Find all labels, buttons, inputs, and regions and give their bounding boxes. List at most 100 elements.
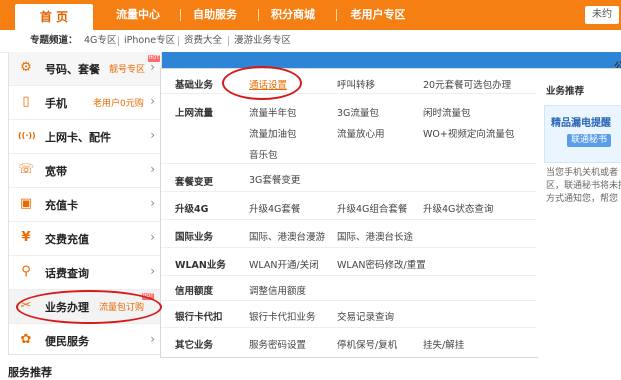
panel-category: WLAN业务 <box>175 260 226 271</box>
service-icon: ✿ <box>20 332 32 347</box>
link-adjust-credit[interactable]: 调整信用额度 <box>249 283 306 297</box>
menu-item-label: 宽带 <box>45 165 67 178</box>
panel-category: 信用额度 <box>175 286 214 297</box>
link-boost-pack[interactable]: 流量加油包 <box>249 126 297 140</box>
channel-divider <box>228 36 229 46</box>
menu-item-broadband[interactable]: ☏ 宽带 › <box>9 154 161 188</box>
channel-bar: 专题频道： 4G专区 iPhone专区 资费大全 漫游业务专区 <box>0 30 621 53</box>
promo-button[interactable]: 联通秘书 <box>567 134 612 147</box>
chevron-right-icon: › <box>150 230 155 244</box>
panel-row-other: 其它业务 服务密码设置 停机保号/复机 挂失/解挂 <box>161 328 537 356</box>
link-wlan-toggle[interactable]: WLAN开通/关闭 <box>249 257 319 271</box>
nav-tab-traffic[interactable]: 流量中心 <box>108 3 168 27</box>
link-wo-video[interactable]: WO+视频定向流量包 <box>423 126 514 140</box>
chevron-right-icon: › <box>150 332 155 346</box>
link-upgrade-4g-combo[interactable]: 升级4G组合套餐 <box>337 201 407 215</box>
link-intl-roaming[interactable]: 国际、港澳台漫游 <box>249 229 325 243</box>
yen-icon: ¥ <box>21 230 31 245</box>
menu-item-tag[interactable]: 靓号专区 <box>109 62 145 75</box>
menu-item-datacard[interactable]: ((·)) 上网卡、配件 › <box>9 120 161 154</box>
link-suspend-resume[interactable]: 停机保号/复机 <box>337 337 397 351</box>
chevron-right-icon: › <box>150 128 155 142</box>
section-title: 服务推荐 <box>8 366 52 379</box>
link-transaction-records[interactable]: 交易记录查询 <box>337 309 394 323</box>
channel-divider <box>178 36 179 46</box>
link-idle-pack[interactable]: 闲时流量包 <box>423 105 471 119</box>
panel-category: 上网流量 <box>175 108 214 119</box>
menu-item-billquery[interactable]: ⚲ 话费查询 › <box>9 256 161 290</box>
menu-item-label: 话费查询 <box>45 267 89 280</box>
channel-link-roaming[interactable]: 漫游业务专区 <box>234 30 291 52</box>
channel-link-iphone[interactable]: iPhone专区 <box>124 30 175 52</box>
menu-item-label: 手机 <box>45 97 67 110</box>
promo-title: 精品漏电提醒 <box>551 118 611 129</box>
menu-item-label: 号码、套餐 <box>45 63 100 76</box>
menu-item-label: 便民服务 <box>45 335 89 348</box>
panel-row-wlan: WLAN业务 WLAN开通/关闭 WLAN密码修改/重置 <box>161 248 537 276</box>
panel-row-plan-change: 套餐变更 3G套餐变更 <box>161 164 537 192</box>
card-icon: ▣ <box>19 196 33 211</box>
link-service-password[interactable]: 服务密码设置 <box>249 337 306 351</box>
recommend-title: 业务推荐 <box>546 86 585 97</box>
phone-icon: ▯ <box>22 94 30 109</box>
nav-tab-home[interactable]: 首 页 <box>15 4 93 30</box>
chevron-right-icon: › <box>150 196 155 210</box>
nav-divider <box>258 9 259 21</box>
panel-category: 国际业务 <box>175 232 214 243</box>
link-bank-withhold[interactable]: 银行卡代扣业务 <box>249 309 316 323</box>
link-3g-plan-change[interactable]: 3G套餐变更 <box>249 172 300 186</box>
nav-divider <box>336 9 337 21</box>
nav-tab-selfservice[interactable]: 自助服务 <box>185 3 245 27</box>
panel-row-4g: 升级4G 升级4G套餐 升级4G组合套餐 升级4G状态查询 <box>161 192 537 220</box>
link-call-forwarding[interactable]: 呼叫转移 <box>337 77 375 91</box>
login-button[interactable]: 未约 <box>585 6 619 24</box>
menu-item-number-plan[interactable]: ⚙ 号码、套餐 靓号专区 HOT › <box>9 52 161 86</box>
menu-item-convenience[interactable]: ✿ 便民服务 › <box>9 324 161 357</box>
channel-label: 专题频道： <box>30 35 78 46</box>
panel-row-credit: 信用额度 调整信用额度 <box>161 276 537 301</box>
menu-item-tag[interactable]: 老用户0元购 <box>93 96 144 109</box>
promo-desc-line: 当您手机关机或者 <box>546 168 619 178</box>
menu-item-phone[interactable]: ▯ 手机 老用户0元购 › <box>9 86 161 120</box>
promo-card[interactable]: 精品漏电提醒 联通秘书 <box>544 105 621 163</box>
signal-icon: ((·)) <box>18 131 36 140</box>
channel-link-4g[interactable]: 4G专区 <box>84 30 116 52</box>
chevron-right-icon: › <box>150 60 155 74</box>
menu-item-payment[interactable]: ¥ 交费充值 › <box>9 222 161 256</box>
handset-icon: ☏ <box>18 162 35 177</box>
panel-category: 其它业务 <box>175 340 214 351</box>
chevron-right-icon: › <box>150 162 155 176</box>
promo-desc-line: 方式通知您，帮您 <box>546 194 619 204</box>
top-nav: 首 页 流量中心 自助服务 积分商城 老用户专区 未约 <box>0 0 621 30</box>
link-music-pack[interactable]: 音乐包 <box>249 147 278 161</box>
link-3g-pack[interactable]: 3G流量包 <box>337 105 379 119</box>
nav-tab-olduser[interactable]: 老用户专区 <box>342 3 414 27</box>
link-wlan-password[interactable]: WLAN密码修改/重置 <box>337 257 426 271</box>
link-worryfree[interactable]: 流量放心用 <box>337 126 385 140</box>
panel-category: 套餐变更 <box>175 177 214 188</box>
promo-desc-line: 区，联通秘书将未接 <box>546 181 621 191</box>
panel-row-basic: 基础业务 通话设置 呼叫转移 20元套餐可选包办理 <box>161 69 537 94</box>
gear-icon: ⚙ <box>20 60 32 75</box>
chevron-right-icon: › <box>150 94 155 108</box>
nav-tab-points[interactable]: 积分商城 <box>263 3 323 27</box>
menu-item-label: 充值卡 <box>45 199 78 212</box>
menu-item-label: 交费充值 <box>45 233 89 246</box>
menu-item-rechargecard[interactable]: ▣ 充值卡 › <box>9 188 161 222</box>
link-halfyear-pack[interactable]: 流量半年包 <box>249 105 297 119</box>
link-intl-longdistance[interactable]: 国际、港澳台长途 <box>337 229 413 243</box>
panel-category: 升级4G <box>175 204 209 215</box>
search-icon: ⚲ <box>21 264 31 279</box>
link-20yuan-addon[interactable]: 20元套餐可选包办理 <box>423 77 511 91</box>
link-upgrade-4g[interactable]: 升级4G套餐 <box>249 201 300 215</box>
panel-row-bank: 银行卡代扣 银行卡代扣业务 交易记录查询 <box>161 301 537 328</box>
link-report-loss[interactable]: 挂失/解挂 <box>423 337 464 351</box>
menu-item-label: 上网卡、配件 <box>45 131 111 144</box>
panel-row-data: 上网流量 流量半年包 3G流量包 闲时流量包 流量加油包 流量放心用 WO+视频… <box>161 94 537 164</box>
annotation-circle <box>222 66 302 100</box>
chevron-right-icon: › <box>150 264 155 278</box>
link-upgrade-4g-status[interactable]: 升级4G状态查询 <box>423 201 493 215</box>
annotation-circle <box>16 290 162 324</box>
channel-link-tariffs[interactable]: 资费大全 <box>184 30 222 52</box>
business-flyout: 基础业务 通话设置 呼叫转移 20元套餐可选包办理 上网流量 流量半年包 3G流… <box>160 68 538 358</box>
